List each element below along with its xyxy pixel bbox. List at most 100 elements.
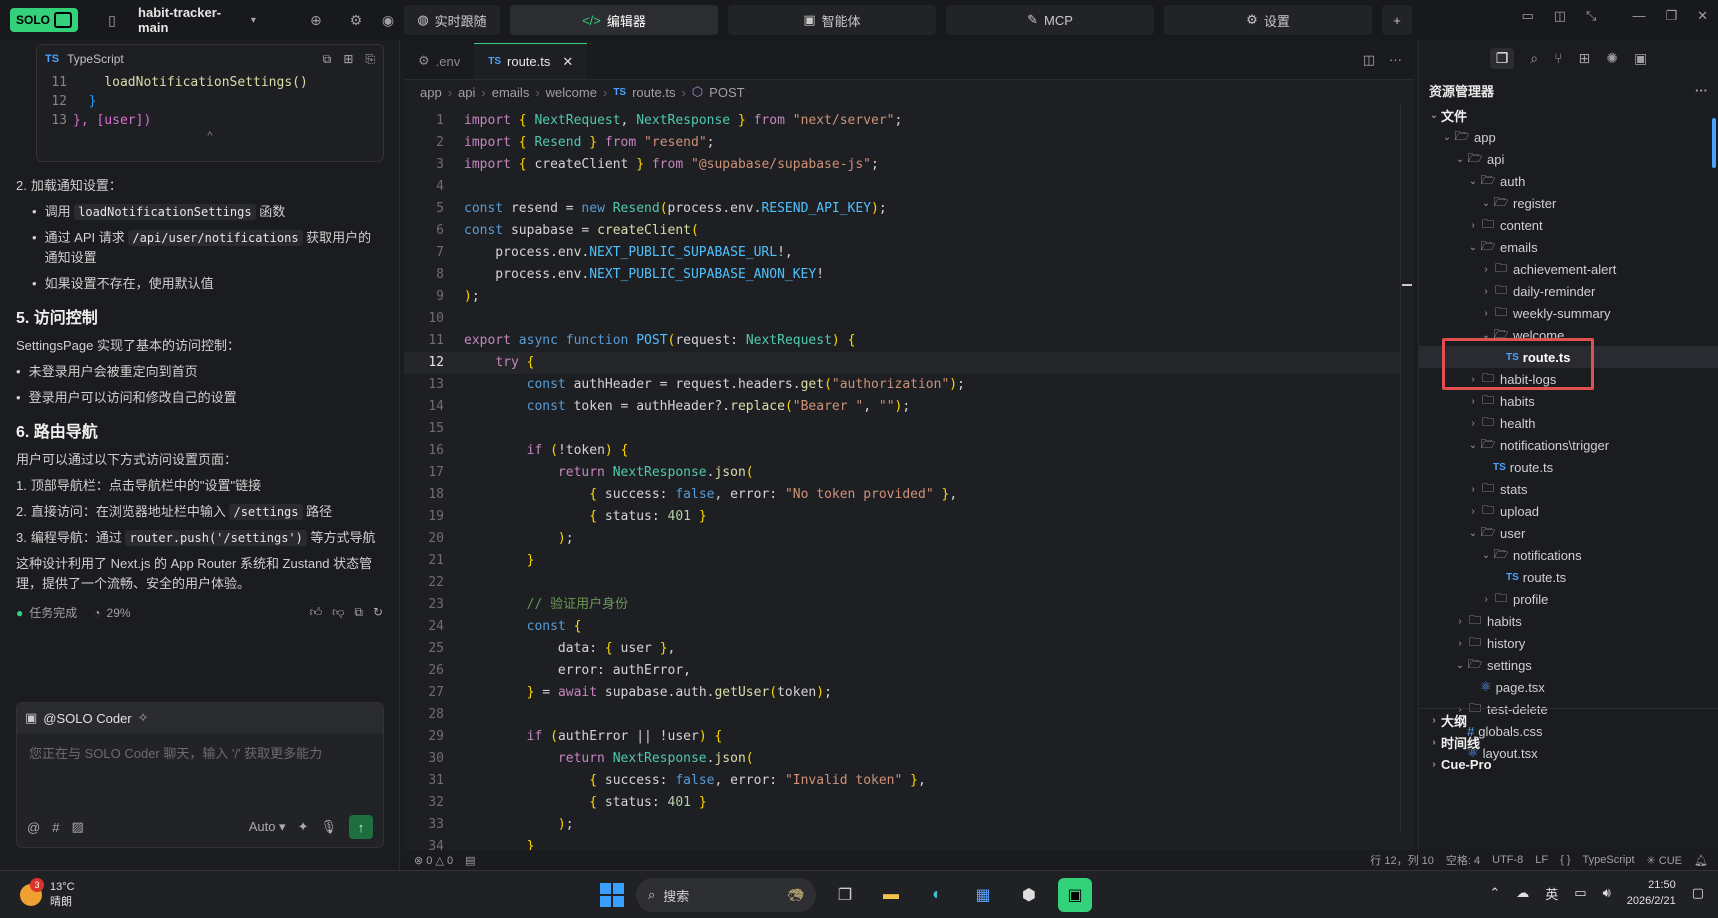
files-icon[interactable]: ❐ [1489,47,1515,69]
more-icon[interactable]: ··· [1389,52,1402,68]
indent-setting[interactable]: 空格: 4 [1446,852,1480,868]
tree-folder[interactable]: ⌄ 🗁︎ welcome [1419,324,1718,346]
code-line[interactable]: 13 const authHeader = request.headers.ge… [404,374,1414,396]
code-line[interactable]: 16 if (!token) { [404,440,1414,462]
explorer-section[interactable]: › 时间线 [1419,731,1718,753]
code-line[interactable]: 14 const token = authHeader?.replace("Be… [404,396,1414,418]
tree-file[interactable]: ⚛ page.tsx [1419,676,1718,698]
restore-icon[interactable]: ❐ [1665,8,1677,24]
task-view-icon[interactable]: ❐ [828,878,862,912]
layout-panel-icon[interactable]: ▭ [1521,8,1533,24]
tree-folder[interactable]: ⌄ 🗁︎ settings [1419,654,1718,676]
breadcrumb-item[interactable]: api [458,85,475,100]
encoding[interactable]: UTF-8 [1492,854,1523,866]
thumbs-up-icon[interactable]: 👍︎ [310,605,323,620]
refresh-icon[interactable]: ↻ [373,605,383,620]
tree-folder[interactable]: ⌄ 🗁︎ auth [1419,170,1718,192]
app-icon[interactable]: ⬢ [1012,878,1046,912]
tree-folder[interactable]: ⌄ 🗁︎ notifications [1419,544,1718,566]
breadcrumb-item[interactable]: emails [492,85,530,100]
tree-folder[interactable]: › 🗀︎ stats [1419,478,1718,500]
account-icon[interactable]: ◉ [376,7,400,33]
explorer-section[interactable]: › Cue-Pro [1419,753,1718,775]
code-line[interactable]: 12 try { [404,352,1414,374]
tree-folder[interactable]: ⌄ 🗁︎ notifications\trigger [1419,434,1718,456]
weather-widget[interactable]: 3 13°C 晴朗 [0,877,75,909]
code-line[interactable]: 19 { status: 401 } [404,506,1414,528]
tree-folder[interactable]: › 🗀︎ weekly-summary [1419,302,1718,324]
chat-input-box[interactable]: ▣ @SOLO Coder ✧ 您正在与 SOLO Coder 聊天，输入 '/… [16,702,384,848]
image-icon[interactable]: ▨ [71,819,83,835]
taskbar-search[interactable]: ⌕ 搜索 🦔︎ [636,878,816,912]
bell-icon[interactable]: 🔔︎ [1694,854,1708,867]
code-line[interactable]: 10 [404,308,1414,330]
tree-folder[interactable]: › 🗀︎ history [1419,632,1718,654]
tab-live-follow[interactable]: ◍ 实时跟随 [404,5,500,35]
tree-folder[interactable]: › 🗀︎ health [1419,412,1718,434]
chat-input-placeholder[interactable]: 您正在与 SOLO Coder 聊天，输入 '/' 获取更多能力 [17,733,383,772]
code-line[interactable]: 11 export async function POST(request: Ne… [404,330,1414,352]
language-braces[interactable]: { } [1560,854,1570,866]
explorer-section[interactable]: › 大纲 [1419,709,1718,731]
tree-folder[interactable]: › 🗀︎ habit-logs [1419,368,1718,390]
code-line[interactable]: 17 return NextResponse.json( [404,462,1414,484]
notifications-icon[interactable]: ▢ [1692,885,1704,901]
code-line[interactable]: 7 process.env.NEXT_PUBLIC_SUPABASE_URL!, [404,242,1414,264]
tree-folder[interactable]: › 🗀︎ profile [1419,588,1718,610]
tab-editor[interactable]: </> 编辑器 [510,5,718,35]
code-line[interactable]: 28 [404,704,1414,726]
editor-scrollbar[interactable] [1400,104,1414,834]
send-button[interactable]: ↑ [349,815,373,839]
section-files[interactable]: ⌄ 文件 [1419,104,1718,126]
tab-env[interactable]: ⚙ .env [404,43,474,79]
tree-folder[interactable]: ⌄ 🗁︎ app [1419,126,1718,148]
tree-folder[interactable]: ⌄ 🗁︎ emails [1419,236,1718,258]
breadcrumb-item[interactable]: POST [709,85,744,100]
code-line[interactable]: 1 import { NextRequest, NextResponse } fr… [404,110,1414,132]
cloud-icon[interactable]: ☁ [1516,885,1529,901]
debug-icon[interactable]: ✺ [1606,50,1618,67]
sidebar-toggle-icon[interactable]: ▯ [100,7,124,33]
tree-folder[interactable]: › 🗀︎ achievement-alert [1419,258,1718,280]
close-icon[interactable]: ✕ [1697,8,1708,24]
code-line[interactable]: 26 error: authError, [404,660,1414,682]
tree-folder[interactable]: ⌄ 🗁︎ user [1419,522,1718,544]
solo-logo[interactable]: SOLO [10,8,79,32]
collapse-caret-icon[interactable]: ^ [37,130,383,142]
explorer-scrollbar[interactable] [1712,118,1716,168]
tree-folder[interactable]: › 🗀︎ daily-reminder [1419,280,1718,302]
tab-route-ts[interactable]: TS route.ts ✕ [474,43,588,79]
tab-settings[interactable]: ⚙ 设置 [1164,5,1372,35]
code-line[interactable]: 8 process.env.NEXT_PUBLIC_SUPABASE_ANON_… [404,264,1414,286]
tree-file[interactable]: TS route.ts [1419,346,1718,368]
breadcrumb-item[interactable]: route.ts [632,85,675,100]
ime-indicator[interactable]: 英 [1545,884,1558,903]
minimize-icon[interactable]: — [1632,8,1645,24]
mention-icon[interactable]: @ [27,820,40,835]
code-line[interactable]: 9); [404,286,1414,308]
tree-folder[interactable]: › 🗀︎ upload [1419,500,1718,522]
extensions-icon[interactable]: ⊞ [1579,50,1591,67]
code-line[interactable]: 21 } [404,550,1414,572]
model-selector[interactable]: Auto ▾ [249,819,286,835]
copy-icon[interactable]: ⧉ [323,52,332,67]
store-icon[interactable]: ▦ [966,878,1000,912]
insert-icon[interactable]: ⊞ [343,52,353,67]
edge-browser-icon[interactable]: ◐ [920,878,954,912]
cue-indicator[interactable]: ✳ CUE [1647,854,1683,867]
cursor-position[interactable]: 行 12，列 10 [1370,852,1434,868]
tree-folder[interactable]: ⌄ 🗁︎ register [1419,192,1718,214]
preview-icon[interactable]: ▣ [1634,50,1647,67]
tree-folder[interactable]: › 🗀︎ content [1419,214,1718,236]
tree-folder[interactable]: ⌄ 🗁︎ api [1419,148,1718,170]
apply-icon[interactable]: ⎘ [365,52,375,67]
microphone-icon[interactable]: 🎙︎ [320,819,337,835]
sparkle-icon[interactable]: ✦ [298,819,309,835]
thumbs-down-icon[interactable]: 👎︎ [332,605,344,620]
gear-icon[interactable]: ⚙ [344,7,368,33]
new-chat-icon[interactable]: ⊕ [304,7,328,33]
solo-app-icon[interactable]: ▣ [1058,878,1092,912]
code-line[interactable]: 15 [404,418,1414,440]
code-line[interactable]: 22 [404,572,1414,594]
terminal-icon[interactable]: ▤ [465,854,475,867]
